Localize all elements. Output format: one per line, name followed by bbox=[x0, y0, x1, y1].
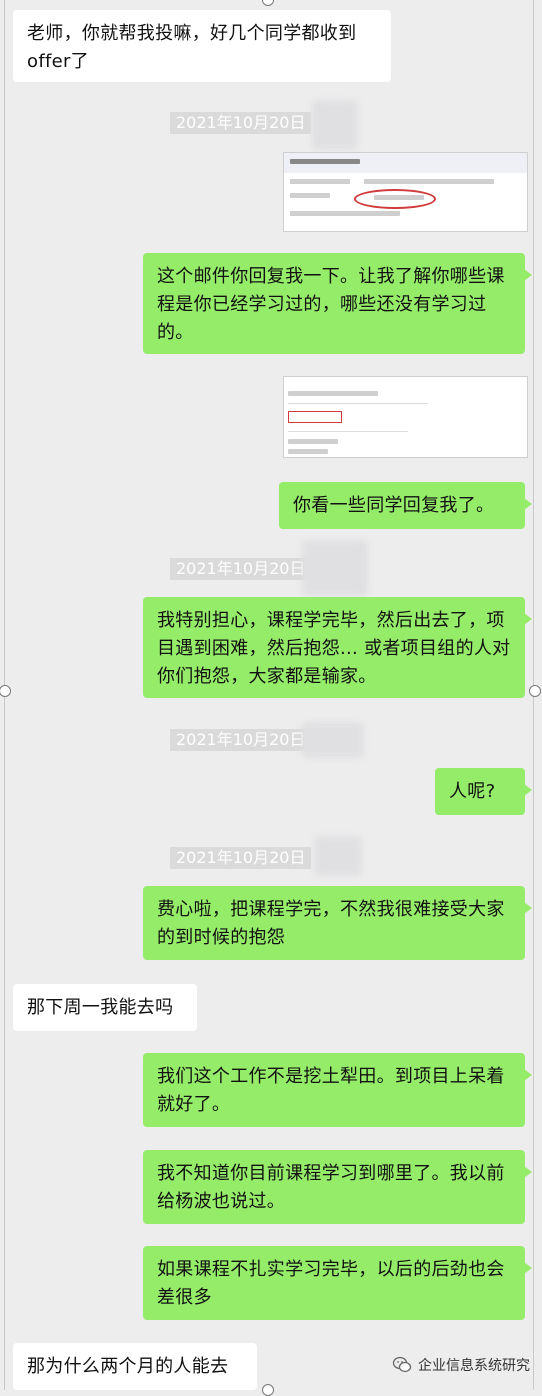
email-screenshot-image[interactable] bbox=[283, 152, 528, 232]
image-text-line bbox=[288, 391, 378, 396]
image-text-line bbox=[290, 159, 360, 164]
image-text-line bbox=[288, 439, 338, 444]
image-text-line bbox=[290, 179, 350, 184]
image-text-line bbox=[290, 193, 330, 198]
timestamp: 2021年10月20日 bbox=[170, 729, 312, 751]
resize-handle-bottom[interactable] bbox=[262, 1384, 274, 1396]
watermark-text: 企业信息系统研究 bbox=[418, 1358, 530, 1374]
blurred-avatar bbox=[314, 836, 362, 876]
image-text-line bbox=[290, 211, 400, 216]
red-highlight-circle bbox=[354, 189, 436, 209]
resize-handle-right[interactable] bbox=[529, 685, 541, 697]
image-text-line bbox=[364, 179, 494, 184]
image-text-line bbox=[288, 449, 328, 454]
image-divider bbox=[288, 403, 428, 404]
blurred-avatar bbox=[302, 722, 364, 758]
blurred-avatar bbox=[312, 100, 358, 150]
message-bubble-received: 那下周一我能去吗 bbox=[13, 984, 197, 1031]
timestamp: 2021年10月20日 bbox=[170, 112, 312, 134]
watermark: 企业信息系统研究 bbox=[392, 1354, 530, 1376]
image-divider bbox=[288, 431, 408, 432]
message-bubble-received: 那为什么两个月的人能去 bbox=[13, 1343, 257, 1390]
message-bubble-sent: 费心啦，把课程学完，不然我很难接受大家的到时候的抱怨 bbox=[143, 886, 532, 960]
wechat-icon bbox=[392, 1356, 412, 1373]
reply-screenshot-image[interactable] bbox=[283, 376, 528, 458]
timestamp: 2021年10月20日 bbox=[170, 558, 312, 580]
message-bubble-sent: 如果课程不扎实学习完毕，以后的后劲也会差很多 bbox=[143, 1246, 532, 1320]
message-bubble-sent: 你看一些同学回复我了。 bbox=[279, 482, 532, 529]
timestamp: 2021年10月20日 bbox=[170, 847, 312, 869]
message-bubble-sent: 这个邮件你回复我一下。让我了解你哪些课程是你已经学习过的，哪些还没有学习过的。 bbox=[143, 253, 532, 354]
message-bubble-sent: 我特别担心，课程学完毕，然后出去了，项目遇到困难，然后抱怨... 或者项目组的人… bbox=[143, 597, 532, 698]
blurred-avatar bbox=[302, 540, 368, 596]
red-highlight-box bbox=[288, 411, 342, 423]
message-bubble-sent: 人呢? bbox=[435, 768, 532, 815]
message-bubble-sent: 我不知道你目前课程学习到哪里了。我以前给杨波也说过。 bbox=[143, 1150, 532, 1224]
message-bubble-received: 老师，你就帮我投嘛，好几个同学都收到offer了 bbox=[13, 10, 391, 82]
message-bubble-sent: 我们这个工作不是挖土犁田。到项目上呆着就好了。 bbox=[143, 1053, 532, 1127]
